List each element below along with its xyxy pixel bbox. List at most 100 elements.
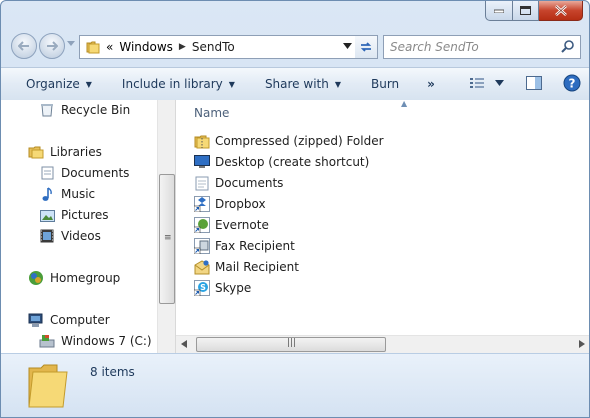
music-note-icon	[39, 186, 55, 202]
file-name: Documents	[215, 176, 284, 190]
explorer-window: « Windows ▶ SendTo Search SendTo Organiz…	[0, 0, 590, 418]
evernote-shortcut-icon	[194, 217, 210, 233]
view-dropdown-icon[interactable]	[495, 80, 504, 86]
back-arrow-icon	[18, 41, 29, 51]
grip-icon: |||	[287, 338, 297, 348]
breadcrumb-windows[interactable]: Windows	[119, 40, 173, 54]
maximize-button[interactable]	[513, 1, 539, 21]
burn-button[interactable]: Burn	[371, 77, 399, 91]
scroll-left-icon[interactable]	[181, 340, 187, 348]
navigation-bar: « Windows ▶ SendTo Search SendTo	[9, 31, 581, 61]
scrollbar-thumb[interactable]: ≡	[159, 174, 175, 304]
file-name: Evernote	[215, 218, 269, 232]
file-item[interactable]: Dropbox	[194, 194, 266, 214]
scroll-right-icon[interactable]	[579, 340, 585, 348]
homegroup-icon	[28, 270, 44, 286]
svg-text:S: S	[200, 283, 206, 292]
nav-label: Pictures	[61, 208, 109, 222]
file-item[interactable]: Evernote	[194, 215, 269, 235]
chevron-down-icon: ▼	[334, 79, 341, 89]
nav-label: Videos	[61, 229, 101, 243]
grip-icon: ≡	[164, 233, 172, 243]
nav-item-recycle-bin[interactable]: Recycle Bin	[39, 102, 130, 118]
search-input[interactable]: Search SendTo	[390, 40, 479, 54]
navigation-scrollbar[interactable]: ≡	[157, 100, 175, 353]
scrollbar-thumb[interactable]: |||	[196, 337, 386, 352]
file-item[interactable]: Mail Recipient	[194, 257, 299, 277]
file-item[interactable]: Fax Recipient	[194, 236, 295, 256]
file-item[interactable]: S Skype	[194, 278, 251, 298]
include-in-library-menu[interactable]: Include in library ▼	[122, 77, 235, 91]
address-overflow[interactable]: «	[106, 40, 113, 54]
maximize-icon	[520, 6, 531, 15]
more-commands-button[interactable]: »	[427, 77, 435, 91]
file-name: Dropbox	[215, 197, 266, 211]
computer-icon	[28, 312, 44, 328]
file-item[interactable]: Documents	[194, 173, 283, 193]
search-box[interactable]: Search SendTo	[383, 35, 581, 59]
close-button[interactable]	[539, 1, 583, 21]
nav-item-documents[interactable]: Documents	[39, 165, 129, 181]
preview-pane-icon[interactable]	[526, 76, 542, 90]
file-name: Skype	[215, 281, 252, 295]
command-bar: Organize ▼ Include in library ▼ Share with…	[1, 67, 589, 101]
documents-shortcut-icon	[194, 175, 210, 191]
nav-label: Windows 7 (C:)	[61, 334, 152, 348]
zip-folder-icon	[194, 133, 210, 149]
file-item[interactable]: Desktop (create shortcut)	[194, 152, 369, 172]
dropbox-shortcut-icon	[194, 196, 210, 212]
name-column-header[interactable]: Name	[194, 106, 229, 120]
folder-icon	[86, 41, 100, 54]
nav-item-libraries[interactable]: Libraries	[28, 144, 102, 160]
desktop-icon	[194, 154, 210, 170]
file-item[interactable]: Compressed (zipped) Folder	[194, 131, 384, 151]
search-icon[interactable]	[561, 40, 574, 53]
nav-item-videos[interactable]: Videos	[39, 228, 101, 244]
breadcrumb-sendto[interactable]: SendTo	[192, 40, 235, 54]
address-bar[interactable]: « Windows ▶ SendTo	[79, 35, 357, 59]
share-label: Share with	[264, 77, 329, 91]
file-name: Desktop (create shortcut)	[215, 155, 370, 169]
minimize-icon	[494, 9, 504, 13]
view-controls: ?	[469, 74, 581, 92]
minimize-button[interactable]	[485, 1, 513, 21]
navigation-pane: Recycle Bin Libraries Documents Music Pi…	[1, 100, 157, 353]
share-with-menu[interactable]: Share with ▼	[265, 77, 341, 91]
recent-pages-icon[interactable]	[67, 41, 75, 46]
back-button[interactable]	[11, 33, 37, 59]
file-name: Compressed (zipped) Folder	[215, 134, 384, 148]
nav-item-computer[interactable]: Computer	[28, 312, 110, 328]
address-dropdown-icon[interactable]	[343, 43, 352, 49]
forward-arrow-icon	[47, 41, 58, 51]
nav-item-drive-c[interactable]: Windows 7 (C:)	[39, 333, 152, 349]
forward-button[interactable]	[39, 33, 65, 59]
nav-item-music[interactable]: Music	[39, 186, 95, 202]
nav-label: Recycle Bin	[61, 103, 131, 117]
horizontal-scrollbar[interactable]: |||	[176, 335, 589, 353]
breadcrumb-separator-icon[interactable]: ▶	[179, 42, 186, 52]
fax-recipient-icon	[194, 238, 210, 254]
nav-item-pictures[interactable]: Pictures	[39, 207, 109, 223]
refresh-button[interactable]	[355, 35, 378, 59]
burn-label: Burn	[371, 77, 400, 91]
videos-icon	[39, 228, 55, 244]
refresh-icon	[360, 42, 372, 52]
svg-text:?: ?	[569, 77, 576, 91]
nav-item-homegroup[interactable]: Homegroup	[28, 270, 120, 286]
nav-label: Computer	[50, 313, 110, 327]
documents-icon	[39, 165, 55, 181]
folder-large-icon	[28, 364, 68, 408]
help-icon[interactable]: ?	[563, 74, 581, 92]
recycle-bin-icon	[39, 102, 55, 118]
file-list: ▲ Name Compressed (zipped) Folder Deskto…	[175, 99, 589, 353]
libraries-icon	[28, 144, 44, 160]
file-name: Mail Recipient	[215, 260, 299, 274]
include-label: Include in library	[121, 77, 223, 91]
organize-menu[interactable]: Organize ▼	[26, 77, 92, 91]
view-options-icon[interactable]	[469, 76, 485, 90]
details-pane: 8 items	[1, 353, 589, 417]
nav-label: Documents	[61, 166, 130, 180]
close-icon	[554, 5, 567, 16]
skype-shortcut-icon: S	[194, 280, 210, 296]
organize-label: Organize	[26, 77, 80, 91]
